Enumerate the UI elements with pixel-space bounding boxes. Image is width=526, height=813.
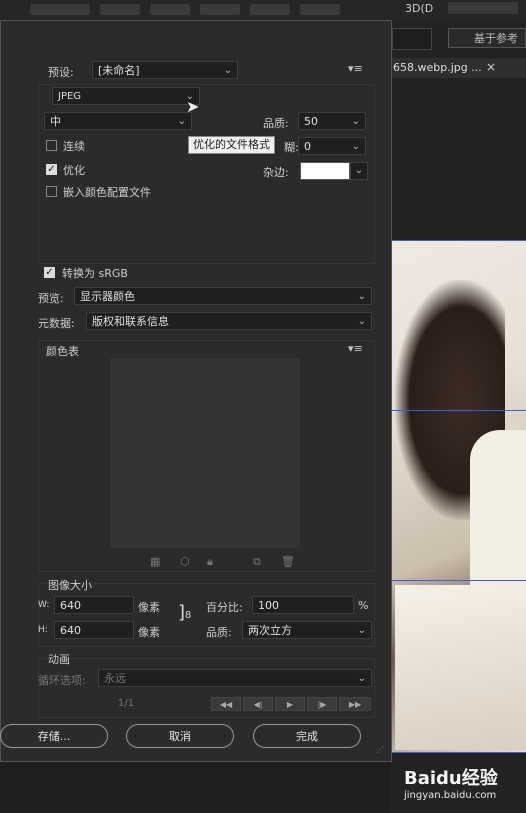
- blur-label: 糊:: [284, 141, 299, 154]
- embed-profile-label: 嵌入颜色配置文件: [63, 186, 151, 199]
- format-tooltip: 优化的文件格式: [188, 136, 275, 154]
- done-button[interactable]: 完成: [253, 724, 361, 748]
- height-label: H:: [38, 625, 48, 635]
- height-unit: 像素: [138, 626, 160, 639]
- progressive-checkbox[interactable]: [46, 140, 57, 151]
- guide-line: [390, 752, 526, 753]
- menu-blur: [30, 4, 90, 15]
- menu-blur: [300, 4, 340, 15]
- first-frame-icon[interactable]: ◀◀: [211, 697, 241, 711]
- percent-input[interactable]: 100: [252, 596, 354, 614]
- cancel-button[interactable]: 取消: [126, 724, 234, 748]
- chevron-down-icon: ⌄: [357, 673, 366, 684]
- convert-srgb-checkbox[interactable]: ✓: [44, 267, 55, 278]
- baidu-brand: Baidu经验: [404, 768, 498, 789]
- matte-color-swatch[interactable]: [300, 162, 350, 180]
- resize-grip-icon[interactable]: ⋰: [376, 745, 384, 754]
- play-icon[interactable]: ▶: [275, 697, 305, 711]
- optimized-label: 优化: [63, 164, 85, 177]
- preview-label: 预览:: [38, 292, 64, 305]
- chevron-down-icon: ⌄: [223, 65, 232, 76]
- guide-line: [390, 410, 526, 411]
- tab-close-icon[interactable]: ×: [486, 60, 496, 74]
- height-input[interactable]: 640: [54, 621, 134, 639]
- resample-quality-value: 两次立方: [248, 624, 292, 637]
- optimized-checkbox[interactable]: ✓: [46, 164, 57, 175]
- loop-value: 永远: [104, 672, 126, 685]
- loop-label: 循环选项:: [38, 674, 86, 687]
- quality-level-value: 中: [50, 115, 61, 128]
- photo-book: [395, 585, 526, 750]
- chevron-down-icon: ⌄: [177, 116, 186, 127]
- progressive-label: 连续: [63, 140, 85, 153]
- workspace-3d-label[interactable]: 3D(D: [405, 2, 433, 15]
- width-input[interactable]: 640: [54, 596, 134, 614]
- image-size-label: 图像大小: [46, 577, 94, 593]
- width-unit: 像素: [138, 601, 160, 614]
- format-value: JPEG: [58, 91, 82, 102]
- metadata-select[interactable]: 版权和联系信息 ⌄: [86, 312, 372, 330]
- menu-blur: [150, 4, 190, 15]
- web-shift-icon[interactable]: ▦: [150, 555, 160, 568]
- baidu-watermark: Baidu经验 jingyan.baidu.com: [400, 760, 526, 813]
- baidu-url: jingyan.baidu.com: [404, 790, 497, 801]
- last-frame-icon[interactable]: ▶▶: [339, 697, 371, 711]
- link-chain-icon[interactable]: ]8: [178, 602, 191, 623]
- trash-icon[interactable]: 🗑︎: [281, 555, 295, 568]
- format-select[interactable]: JPEG ⌄: [52, 87, 200, 105]
- matte-chevron-down-icon[interactable]: ⌄: [350, 162, 368, 180]
- cube-icon[interactable]: ⬡: [180, 555, 190, 568]
- preset-select[interactable]: [未命名] ⌄: [92, 61, 238, 79]
- resample-quality-select[interactable]: 两次立方 ⌄: [242, 621, 372, 639]
- convert-srgb-label: 转换为 sRGB: [62, 267, 128, 280]
- quality-label: 品质:: [263, 117, 289, 130]
- chevron-down-icon: ⌄: [351, 116, 360, 127]
- guide-line: [390, 580, 526, 581]
- blur-input[interactable]: 0 ⌄: [298, 137, 366, 155]
- resample-quality-label: 品质:: [206, 626, 232, 639]
- preset-label: 预设:: [48, 66, 74, 79]
- reference-button[interactable]: 基于参考: [448, 28, 526, 48]
- animation-label: 动画: [46, 651, 72, 667]
- metadata-label: 元数据:: [38, 317, 75, 330]
- metadata-value: 版权和联系信息: [92, 315, 169, 328]
- guide-line: [390, 240, 526, 241]
- chevron-down-icon: ⌄: [357, 625, 366, 636]
- preview-select[interactable]: 显示器颜色 ⌄: [74, 287, 372, 305]
- window-controls[interactable]: [448, 2, 518, 14]
- width-label: W:: [38, 600, 50, 610]
- preview-value: 显示器颜色: [80, 290, 135, 303]
- chevron-down-icon: ⌄: [357, 291, 366, 302]
- loop-select[interactable]: 永远 ⌄: [98, 669, 372, 687]
- percent-label: 百分比:: [206, 601, 243, 614]
- document-tab[interactable]: 658.webp.jpg ...: [393, 61, 482, 74]
- embed-profile-checkbox[interactable]: [46, 186, 57, 197]
- menu-blur: [200, 4, 240, 15]
- percent-sign: %: [358, 599, 369, 612]
- lock-icon[interactable]: 🔒︎: [207, 555, 213, 569]
- quality-level-select[interactable]: 中 ⌄: [44, 112, 192, 130]
- matte-label: 杂边:: [263, 166, 289, 179]
- color-table-grid: [110, 358, 300, 548]
- quality-value: 50: [304, 115, 318, 128]
- preset-value: [未命名]: [98, 64, 140, 77]
- chevron-down-icon: ⌄: [357, 316, 366, 327]
- next-frame-icon[interactable]: |▶: [307, 697, 337, 711]
- menu-blur: [100, 4, 140, 15]
- quality-input[interactable]: 50 ⌄: [298, 112, 366, 130]
- save-button[interactable]: 存储...: [0, 724, 108, 748]
- blur-value: 0: [304, 140, 311, 153]
- chevron-down-icon: ⌄: [351, 141, 360, 152]
- prev-frame-icon[interactable]: ◀|: [243, 697, 273, 711]
- panel-menu-icon[interactable]: ▾≡: [348, 62, 363, 75]
- menu-blur: [250, 4, 290, 15]
- new-color-icon[interactable]: ⧉: [253, 555, 261, 569]
- frame-counter: 1/1: [118, 698, 135, 709]
- photo-shirt: [470, 430, 526, 590]
- options-field[interactable]: [392, 28, 432, 50]
